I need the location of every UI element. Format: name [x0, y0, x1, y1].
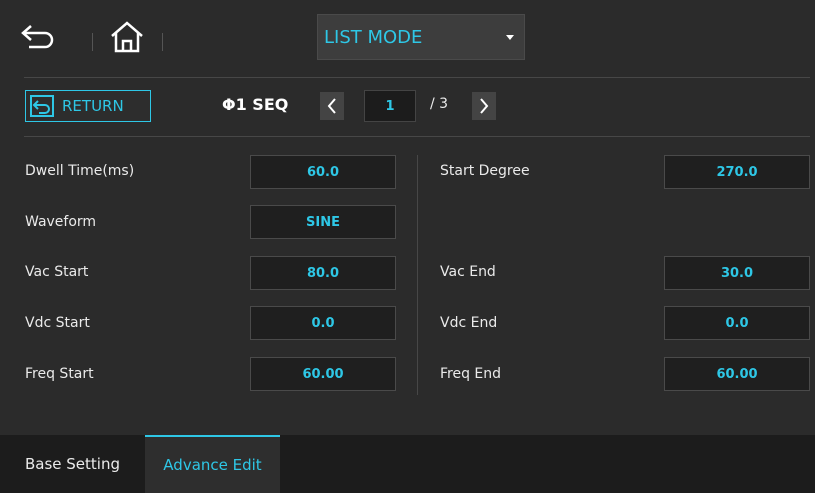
vac-end-label: Vac End	[440, 264, 496, 280]
vac-start-field[interactable]: 80.0	[250, 256, 396, 290]
mode-select[interactable]: LIST MODE	[317, 14, 525, 60]
freq-start-label: Freq Start	[25, 366, 94, 382]
separator	[92, 33, 93, 51]
home-icon	[111, 21, 143, 53]
back-button[interactable]	[16, 14, 62, 60]
vac-end-field[interactable]: 30.0	[664, 256, 810, 290]
freq-start-field[interactable]: 60.00	[250, 357, 396, 391]
tab-bar: Base Setting Advance Edit	[0, 435, 815, 493]
sequence-label: Φ1 SEQ	[222, 95, 289, 114]
chevron-left-icon	[327, 98, 336, 114]
waveform-field[interactable]: SINE	[250, 205, 396, 239]
freq-end-label: Freq End	[440, 366, 502, 382]
divider	[24, 136, 810, 137]
dropdown-caret-icon	[506, 35, 514, 40]
top-bar: LIST MODE	[0, 0, 815, 77]
mode-select-value: LIST MODE	[324, 26, 423, 48]
start-degree-label: Start Degree	[440, 163, 530, 179]
freq-end-field[interactable]: 60.00	[664, 357, 810, 391]
vdc-end-label: Vdc End	[440, 315, 498, 331]
divider	[24, 77, 810, 78]
return-button[interactable]: RETURN	[25, 90, 151, 122]
back-icon	[21, 25, 54, 49]
chevron-right-icon	[480, 98, 489, 114]
start-degree-field[interactable]: 270.0	[664, 155, 810, 189]
dwell-time-field[interactable]: 60.0	[250, 155, 396, 189]
page-number-input[interactable]: 1	[364, 90, 416, 122]
vdc-start-label: Vdc Start	[25, 315, 90, 331]
tab-base-setting[interactable]: Base Setting	[0, 435, 145, 493]
dwell-time-label: Dwell Time(ms)	[25, 163, 135, 179]
return-label: RETURN	[62, 97, 124, 115]
page-total: / 3	[430, 96, 449, 112]
column-divider	[417, 155, 418, 395]
home-button[interactable]	[104, 14, 150, 60]
tab-advance-edit[interactable]: Advance Edit	[145, 435, 280, 493]
separator	[162, 33, 163, 51]
return-icon	[30, 95, 54, 117]
waveform-label: Waveform	[25, 214, 97, 230]
vdc-start-field[interactable]: 0.0	[250, 306, 396, 340]
prev-page-button[interactable]	[320, 92, 344, 120]
next-page-button[interactable]	[472, 92, 496, 120]
vdc-end-field[interactable]: 0.0	[664, 306, 810, 340]
vac-start-label: Vac Start	[25, 264, 89, 280]
